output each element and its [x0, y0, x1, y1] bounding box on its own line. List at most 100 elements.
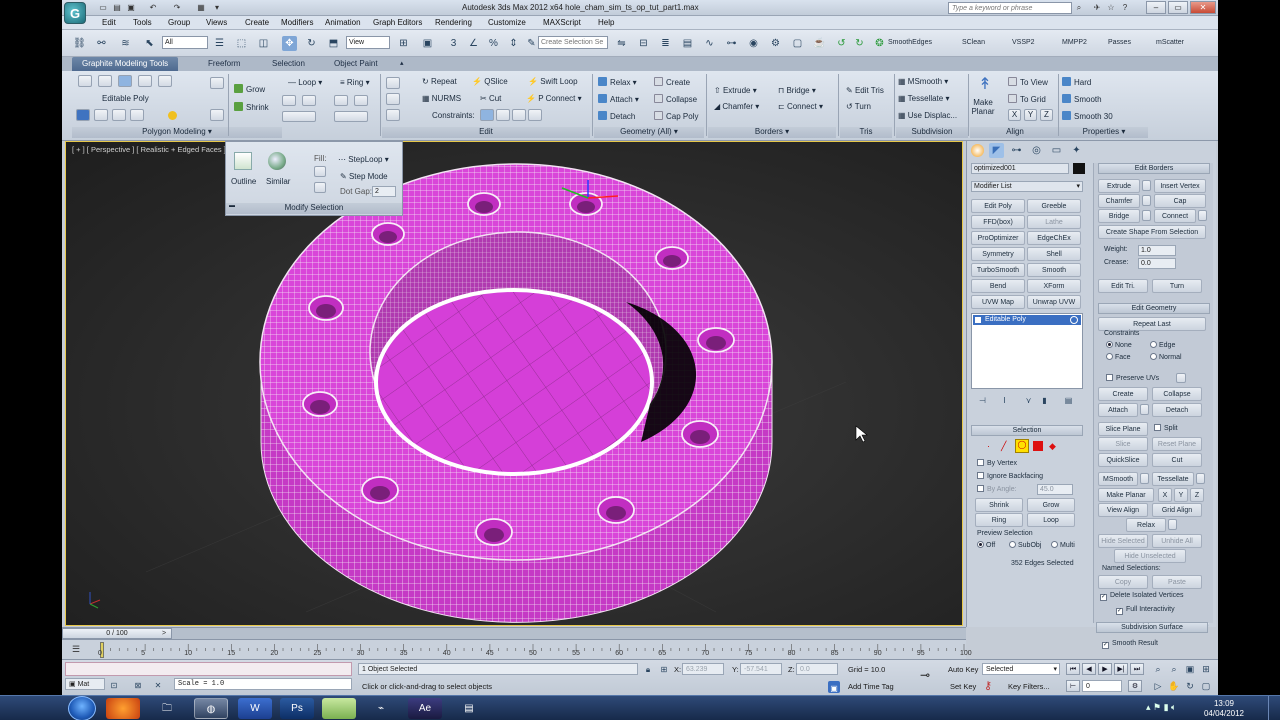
utilities-tab-icon[interactable]: ✦: [1069, 143, 1084, 158]
menu-group[interactable]: Group: [168, 18, 190, 27]
shrink-button[interactable]: Shrink: [234, 102, 269, 112]
vertex-level-icon[interactable]: [78, 75, 92, 87]
edit-borders-rollout-title[interactable]: Edit Borders: [1098, 163, 1210, 174]
relax-rollout-button[interactable]: Relax: [1126, 518, 1166, 532]
field-of-view-icon[interactable]: ▷: [1152, 679, 1164, 691]
polygon-level-icon[interactable]: [138, 75, 152, 87]
other-app-taskbar-icon[interactable]: ▤: [452, 698, 486, 719]
menu-tools[interactable]: Tools: [133, 18, 152, 27]
time-slider-next-icon[interactable]: >: [162, 630, 166, 637]
window-crossing-icon[interactable]: ◫: [256, 36, 271, 51]
edit-tris-button[interactable]: ✎ Edit Tris: [846, 86, 884, 95]
edge-subobj-icon[interactable]: ╱: [1001, 441, 1011, 451]
bridge-border-button[interactable]: Bridge: [1098, 209, 1140, 223]
full-interactivity-checkbox[interactable]: ✓ Full Interactivity: [1116, 606, 1175, 615]
slice-button[interactable]: Slice: [1098, 437, 1148, 451]
3ds-max-taskbar-icon[interactable]: ◍: [194, 698, 228, 719]
quickslice-button[interactable]: QuickSlice: [1098, 453, 1148, 467]
x-coordinate-field[interactable]: 63.239: [682, 663, 724, 675]
view-align-button[interactable]: View Align: [1098, 503, 1148, 517]
modifier-greeble-button[interactable]: Greeble: [1027, 199, 1081, 213]
orbit-icon[interactable]: ↻: [1184, 679, 1196, 691]
geometry-group-label[interactable]: Geometry (All) ▾: [594, 127, 704, 138]
zoom-icon[interactable]: ⌕: [1152, 662, 1164, 674]
graphite-toggle-icon[interactable]: ▤: [680, 36, 695, 51]
pivot-center-icon[interactable]: ⊞: [396, 36, 411, 51]
set-key-icon[interactable]: ⚷: [984, 679, 992, 692]
move-icon[interactable]: ✥: [282, 36, 297, 51]
detach-rollout-button[interactable]: Detach: [1152, 403, 1202, 417]
panel-pin-icon[interactable]: ▬: [229, 203, 235, 209]
weight-input[interactable]: 1.0: [1138, 245, 1176, 256]
pin-stack-icon[interactable]: ⊣: [975, 393, 990, 408]
similar-icon[interactable]: [268, 152, 286, 170]
minimize-button[interactable]: –: [1146, 1, 1166, 14]
cut-button[interactable]: ✂ Cut: [480, 94, 501, 103]
select-by-name-icon[interactable]: ☰: [212, 36, 227, 51]
unlink-icon[interactable]: ⚯: [94, 36, 109, 51]
connect-border-button[interactable]: Connect: [1154, 209, 1196, 223]
ribbon-modify-mode-icon[interactable]: [210, 109, 224, 121]
cap-poly-button[interactable]: Cap Poly: [654, 111, 698, 121]
similar-button[interactable]: Similar: [266, 177, 290, 186]
constraint-edge-icon[interactable]: [496, 109, 510, 121]
align-icon[interactable]: ⊟: [636, 36, 651, 51]
by-angle-checkbox[interactable]: By Angle:: [977, 485, 1017, 493]
stack-up-icon[interactable]: [76, 109, 90, 121]
step-mode-button[interactable]: ✎ Step Mode: [340, 172, 388, 181]
search-input[interactable]: Type a keyword or phrase: [948, 2, 1072, 14]
use-displace-button[interactable]: ▦ Use Displac...: [898, 111, 957, 120]
relax-settings-icon[interactable]: [1168, 519, 1177, 530]
menu-maxscript[interactable]: MAXScript: [543, 18, 581, 27]
cut-rollout-button[interactable]: Cut: [1152, 453, 1202, 467]
time-config-button[interactable]: ⚙: [1128, 680, 1142, 692]
border-extrude-button[interactable]: ⇧ Extrude ▾: [714, 86, 757, 95]
tab-freeform[interactable]: Freeform: [208, 59, 240, 68]
edge-level-icon[interactable]: [98, 75, 112, 87]
key-mode-toggle-button[interactable]: ⊢: [1066, 680, 1080, 692]
collapse-button[interactable]: Collapse: [654, 94, 697, 104]
modifier-list-dropdown[interactable]: Modifier List ▾: [971, 181, 1083, 192]
align-group-label[interactable]: Align: [970, 127, 1060, 138]
by-vertex-checkbox[interactable]: By Vertex: [977, 459, 1017, 467]
display-tab-icon[interactable]: ▭: [1049, 143, 1064, 158]
modifier-turbosmooth-button[interactable]: TurboSmooth: [971, 263, 1025, 277]
swift-loop-button[interactable]: ⚡ Swift Loop: [528, 77, 578, 86]
zoom-extents-all-icon[interactable]: ⊞: [1200, 662, 1212, 674]
fill-icon-1[interactable]: [314, 166, 326, 177]
tab-graphite-modeling-tools[interactable]: Graphite Modeling Tools: [72, 57, 179, 71]
absolute-mode-icon[interactable]: ⊞: [658, 662, 670, 674]
properties-group-label[interactable]: Properties ▾: [1060, 127, 1148, 138]
grow-button[interactable]: Grow: [234, 84, 265, 94]
edit-named-selection-icon[interactable]: ✎: [524, 36, 539, 51]
border-subobj-icon[interactable]: ◯: [1015, 439, 1029, 453]
undo-icon[interactable]: ↶: [148, 3, 158, 12]
system-clock[interactable]: 13:09 04/04/2012: [1204, 699, 1244, 719]
ring-button[interactable]: ≡ Ring ▾: [340, 78, 370, 87]
modifier-lathe-button[interactable]: Lathe: [1027, 215, 1081, 229]
configure-sets-icon[interactable]: ▤: [1061, 393, 1076, 408]
to-grid-button[interactable]: To Grid: [1008, 94, 1046, 104]
loop-shift-down-icon[interactable]: [302, 95, 316, 106]
edit-icon-1[interactable]: [386, 77, 400, 89]
time-slider-thumb[interactable]: 0 / 100: [62, 628, 172, 639]
steploop-button[interactable]: ⋯ StepLoop ▾: [338, 155, 389, 164]
dot-gap-input[interactable]: 2: [372, 186, 396, 197]
attach-rollout-button[interactable]: Attach: [1098, 403, 1138, 417]
planar-y-button[interactable]: Y: [1174, 488, 1188, 502]
key-mode-icon[interactable]: ⊸: [920, 668, 930, 682]
constraint-none-radio[interactable]: None: [1106, 341, 1132, 349]
explorer-taskbar-icon[interactable]: 🗀︎: [150, 698, 184, 719]
play-button[interactable]: ▶: [1098, 663, 1112, 675]
select-manipulate-icon[interactable]: ▣: [420, 36, 435, 51]
modifier-symmetry-button[interactable]: Symmetry: [971, 247, 1025, 261]
zoom-all-icon[interactable]: ⌕: [1168, 662, 1180, 674]
modifier-shell-button[interactable]: Shell: [1027, 247, 1081, 261]
insert-vertex-button[interactable]: Insert Vertex: [1154, 179, 1206, 193]
constraint-none-icon[interactable]: [480, 109, 494, 121]
fill-icon-2[interactable]: [314, 182, 326, 193]
mscatter-label[interactable]: mScatter: [1156, 39, 1184, 46]
constraint-normal-radio[interactable]: Normal: [1150, 353, 1182, 361]
toggle-command-mode-icon[interactable]: [112, 109, 126, 121]
close-button[interactable]: ✕: [1190, 1, 1216, 14]
